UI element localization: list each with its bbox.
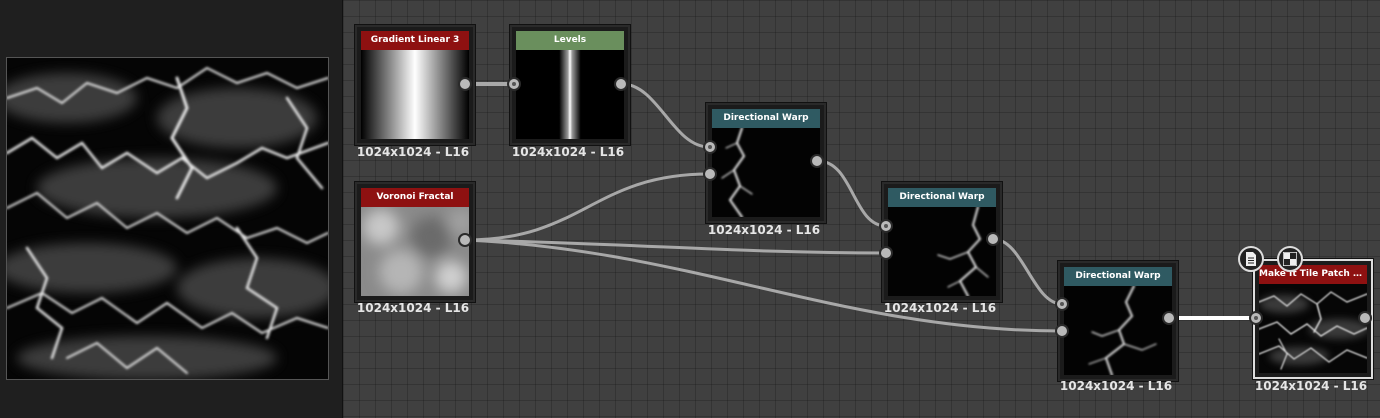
node-resolution-label: 1024x1024 - L16 <box>511 145 625 159</box>
node-gradient-linear[interactable]: Gradient Linear 3 <box>355 25 475 145</box>
document-icon[interactable] <box>1238 246 1264 272</box>
node-resolution-label: 1024x1024 - L16 <box>356 301 470 315</box>
node-make-it-tile-patch[interactable]: Make It Tile Patch Grays... <box>1253 259 1373 379</box>
preview-image[interactable] <box>0 57 337 380</box>
node-resolution-label: 1024x1024 - L16 <box>707 223 821 237</box>
input-port[interactable] <box>879 219 893 233</box>
node-title: Directional Warp <box>1064 267 1172 286</box>
node-thumbnail <box>712 128 820 217</box>
node-resolution-label: 1024x1024 - L16 <box>883 301 997 315</box>
node-directional-warp-3[interactable]: Directional Warp <box>1058 261 1178 381</box>
node-title: Voronoi Fractal <box>361 188 469 207</box>
node-thumbnail <box>361 50 469 139</box>
node-title: Make It Tile Patch Grays... <box>1259 265 1367 284</box>
node-thumbnail <box>1259 284 1367 373</box>
checker-icon[interactable] <box>1277 246 1303 272</box>
node-thumbnail <box>516 50 624 139</box>
output-port[interactable] <box>458 77 472 91</box>
node-title: Gradient Linear 3 <box>361 31 469 50</box>
output-port[interactable] <box>810 154 824 168</box>
node-directional-warp-1[interactable]: Directional Warp <box>706 103 826 223</box>
node-resolution-label: 1024x1024 - L16 <box>1254 379 1368 393</box>
input-port[interactable] <box>1249 311 1263 325</box>
output-port[interactable] <box>1162 311 1176 325</box>
input-port[interactable] <box>507 77 521 91</box>
input-port[interactable] <box>879 246 893 260</box>
input-port[interactable] <box>1055 324 1069 338</box>
output-port[interactable] <box>986 232 1000 246</box>
output-port[interactable] <box>614 77 628 91</box>
node-resolution-label: 1024x1024 - L16 <box>1059 379 1173 393</box>
node-thumbnail <box>888 207 996 296</box>
node-title: Directional Warp <box>712 109 820 128</box>
input-port[interactable] <box>703 167 717 181</box>
input-port[interactable] <box>1055 297 1069 311</box>
node-directional-warp-2[interactable]: Directional Warp <box>882 182 1002 302</box>
output-port[interactable] <box>1358 311 1372 325</box>
node-thumbnail <box>1064 286 1172 375</box>
connection-wires <box>464 82 1258 333</box>
preview-panel <box>0 0 343 418</box>
node-graph-canvas[interactable]: Gradient Linear 3 1024x1024 - L16 Levels <box>343 0 1380 418</box>
node-levels[interactable]: Levels <box>510 25 630 145</box>
node-thumbnail <box>361 207 469 296</box>
node-title: Directional Warp <box>888 188 996 207</box>
node-title: Levels <box>516 31 624 50</box>
input-port[interactable] <box>703 140 717 154</box>
node-voronoi-fractal[interactable]: Voronoi Fractal <box>355 182 475 302</box>
output-port[interactable] <box>458 233 472 247</box>
node-resolution-label: 1024x1024 - L16 <box>356 145 470 159</box>
